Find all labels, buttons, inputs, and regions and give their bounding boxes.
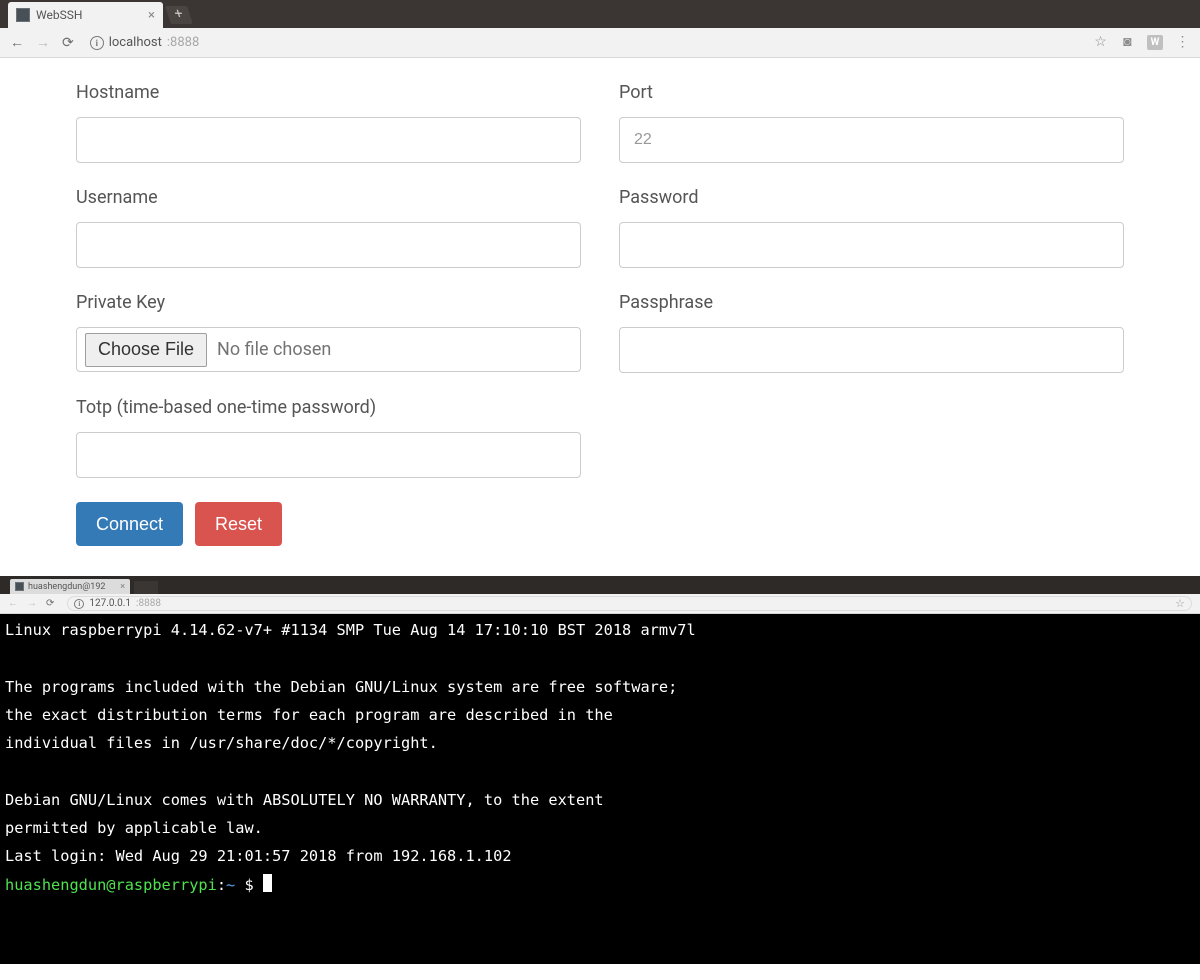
password-label: Password bbox=[619, 187, 1124, 208]
passphrase-input[interactable] bbox=[619, 327, 1124, 373]
password-group: Password bbox=[619, 187, 1124, 268]
port-group: Port bbox=[619, 82, 1124, 163]
button-row: Connect Reset bbox=[76, 502, 1124, 546]
prompt-path: ~ bbox=[226, 876, 235, 894]
username-input[interactable] bbox=[76, 222, 581, 268]
tab-favicon bbox=[16, 8, 30, 22]
back-icon-2[interactable]: ← bbox=[8, 598, 18, 609]
tab-favicon-2 bbox=[15, 582, 24, 591]
address-bar[interactable]: i localhost :8888 bbox=[90, 35, 200, 50]
close-icon-2[interactable]: × bbox=[120, 582, 125, 592]
terminal-line: Linux raspberrypi 4.14.62-v7+ #1134 SMP … bbox=[5, 621, 696, 639]
file-status-text: No file chosen bbox=[217, 339, 331, 360]
hostname-input[interactable] bbox=[76, 117, 581, 163]
browser-toolbar-2: ← → ⟳ i 127.0.0.1 :8888 ☆ bbox=[0, 594, 1200, 614]
terminal-line: Last login: Wed Aug 29 21:01:57 2018 fro… bbox=[5, 847, 512, 865]
totp-input[interactable] bbox=[76, 432, 581, 478]
reload-icon[interactable]: ⟳ bbox=[62, 35, 74, 51]
privatekey-file-input[interactable]: Choose File No file chosen bbox=[76, 327, 581, 372]
reset-button[interactable]: Reset bbox=[195, 502, 282, 546]
tab-strip: WebSSH × + bbox=[0, 0, 1200, 28]
browser-tab[interactable]: WebSSH × bbox=[8, 2, 163, 28]
prompt-sep: : bbox=[217, 876, 226, 894]
url-host-2: 127.0.0.1 bbox=[89, 598, 131, 609]
terminal-line: permitted by applicable law. bbox=[5, 819, 263, 837]
empty-spacer bbox=[619, 397, 1124, 478]
browser-window-form: WebSSH × + ← → ⟳ i localhost :8888 ☆ ◙ W … bbox=[0, 0, 1200, 576]
forward-icon-2[interactable]: → bbox=[27, 598, 37, 609]
tab-title-2: huashengdun@192 bbox=[28, 582, 105, 592]
tab-title: WebSSH bbox=[36, 8, 82, 22]
port-label: Port bbox=[619, 82, 1124, 103]
browser-toolbar: ← → ⟳ i localhost :8888 ☆ ◙ W ⋮ bbox=[0, 28, 1200, 58]
connect-button[interactable]: Connect bbox=[76, 502, 183, 546]
password-input[interactable] bbox=[619, 222, 1124, 268]
prompt-dollar: $ bbox=[235, 876, 263, 894]
terminal-output[interactable]: Linux raspberrypi 4.14.62-v7+ #1134 SMP … bbox=[0, 614, 1200, 964]
terminal-line: Debian GNU/Linux comes with ABSOLUTELY N… bbox=[5, 791, 604, 809]
terminal-line: the exact distribution terms for each pr… bbox=[5, 706, 613, 724]
menu-icon[interactable]: ⋮ bbox=[1175, 35, 1190, 50]
toolbar-right: ☆ ◙ W ⋮ bbox=[1093, 35, 1190, 50]
username-group: Username bbox=[76, 187, 581, 268]
totp-label: Totp (time-based one-time password) bbox=[76, 397, 581, 418]
site-info-icon[interactable]: i bbox=[90, 36, 104, 50]
totp-group: Totp (time-based one-time password) bbox=[76, 397, 581, 478]
passphrase-group: Passphrase bbox=[619, 292, 1124, 373]
browser-tab-2[interactable]: huashengdun@192 × bbox=[10, 579, 130, 594]
site-info-icon-2[interactable]: i bbox=[74, 599, 84, 609]
url-port-2: :8888 bbox=[136, 598, 161, 609]
reload-icon-2[interactable]: ⟳ bbox=[46, 598, 54, 609]
choose-file-button[interactable]: Choose File bbox=[85, 333, 207, 367]
prompt-user-host: huashengdun@raspberrypi bbox=[5, 876, 217, 894]
form-page: Hostname Port Username Password Private … bbox=[0, 58, 1200, 576]
terminal-line: individual files in /usr/share/doc/*/cop… bbox=[5, 734, 438, 752]
camera-icon[interactable]: ◙ bbox=[1120, 35, 1135, 50]
terminal-cursor bbox=[263, 874, 272, 892]
new-tab-button[interactable]: + bbox=[165, 6, 193, 24]
hostname-label: Hostname bbox=[76, 82, 581, 103]
hostname-group: Hostname bbox=[76, 82, 581, 163]
bookmark-star-icon-2[interactable]: ☆ bbox=[1175, 597, 1185, 610]
url-host: localhost bbox=[109, 35, 162, 50]
forward-icon[interactable]: → bbox=[36, 34, 50, 51]
privatekey-group: Private Key Choose File No file chosen bbox=[76, 292, 581, 373]
username-label: Username bbox=[76, 187, 581, 208]
passphrase-label: Passphrase bbox=[619, 292, 1124, 313]
browser-window-terminal: huashengdun@192 × ← → ⟳ i 127.0.0.1 :8888… bbox=[0, 576, 1200, 964]
close-icon[interactable]: × bbox=[148, 8, 155, 23]
address-bar-2[interactable]: i 127.0.0.1 :8888 ☆ bbox=[67, 596, 1192, 611]
back-icon[interactable]: ← bbox=[10, 34, 24, 51]
extension-badge[interactable]: W bbox=[1147, 35, 1163, 50]
bookmark-star-icon[interactable]: ☆ bbox=[1093, 35, 1108, 50]
privatekey-label: Private Key bbox=[76, 292, 581, 313]
url-port: :8888 bbox=[167, 35, 199, 50]
terminal-line: The programs included with the Debian GN… bbox=[5, 678, 677, 696]
new-tab-button-2[interactable] bbox=[134, 581, 158, 594]
port-input[interactable] bbox=[619, 117, 1124, 163]
tab-strip-2: huashengdun@192 × bbox=[0, 576, 1200, 594]
